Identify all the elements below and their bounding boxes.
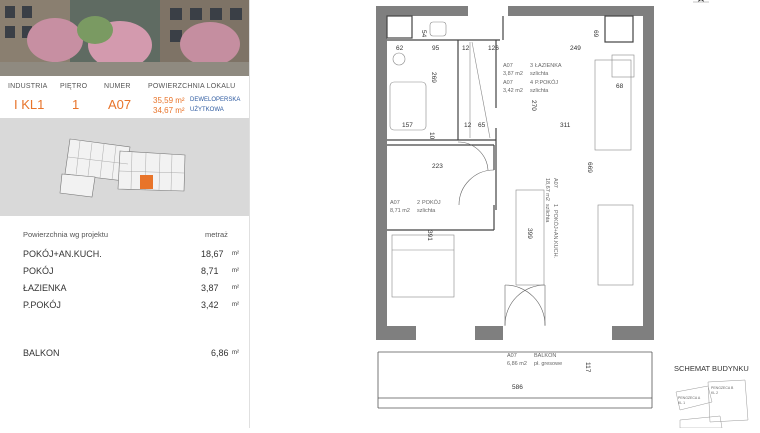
floor-plan: 54 62 95 12 126 249 69 269 68 157 10 12 … (250, 0, 760, 429)
table-row-balkon: BALKON 6,86 m² (0, 348, 249, 362)
row-unit: m² (232, 268, 239, 274)
value-numer: A07 (108, 97, 132, 112)
table-row: POKÓJ 8,71 m² (0, 266, 249, 280)
floor-key-plan (0, 119, 249, 216)
dim-10: 10 (428, 132, 435, 140)
hall-num: 4 (530, 80, 533, 86)
row-value: 3,87 (201, 283, 219, 293)
row-name: POKÓJ+AN.KUCH. (23, 249, 102, 259)
row-unit: m² (232, 251, 239, 257)
row-name: ŁAZIENKA (23, 283, 67, 293)
balkon-floor: pł. gresowe (534, 361, 562, 367)
label-powierzchnia: POWIERZCHNIA LOKALU (148, 83, 236, 90)
dim-391: 391 (426, 230, 433, 241)
schema-title: SCHEMAT BUDYNKU (674, 364, 749, 373)
dim-399: 399 (526, 228, 533, 239)
schema-label-b2: KL 2 (711, 391, 718, 395)
dim-269: 269 (430, 72, 437, 83)
room2-code: A07 (390, 200, 400, 206)
dim-586: 586 (512, 384, 523, 391)
unit-header: INDUSTRIA PIĘTRO NUMER POWIERZCHNIA LOKA… (0, 80, 249, 119)
row-value: 8,71 (201, 266, 219, 276)
hall-name: P.POKÓJ (535, 79, 558, 86)
value-industria: I KL1 (14, 97, 45, 112)
dim-223: 223 (432, 163, 443, 170)
area-uzytkowa: 34,67 m² (153, 106, 185, 115)
dim-69: 69 (592, 30, 599, 38)
row-value: 6,86 (211, 348, 229, 358)
room2-name: POKÓJ (422, 199, 441, 206)
table-head-left: Powierzchnia wg projektu (23, 230, 109, 239)
info-panel: INDUSTRIA PIĘTRO NUMER POWIERZCHNIA LOKA… (0, 0, 250, 428)
compass-icon (693, 0, 709, 3)
row-value: 18,67 (201, 249, 224, 259)
balkon-code: A07 (507, 353, 517, 359)
tag-uzytkowa: UŻYTKOWA (190, 107, 224, 113)
hall-code: A07 (503, 80, 513, 86)
dim-95: 95 (432, 45, 440, 52)
dim-68: 68 (616, 83, 624, 90)
room1-area: 18,67 m2 (544, 178, 550, 201)
dim-311: 311 (560, 122, 571, 129)
row-name: P.POKÓJ (23, 300, 61, 310)
dim-12b: 12 (464, 122, 472, 129)
building-schema: SCHEMAT BUDYNKU PENGZECA A KL 1 PENGZECA… (674, 364, 749, 429)
label-pietro: PIĘTRO (60, 83, 88, 90)
dim-54: 54 (420, 30, 427, 38)
row-name: POKÓJ (23, 266, 54, 276)
table-row: P.POKÓJ 3,42 m² (0, 300, 249, 314)
bath-area: 3,87 m2 (503, 71, 523, 77)
dim-270: 270 (530, 100, 537, 111)
room1-floor: szlichta (544, 204, 550, 223)
row-unit: m² (232, 285, 239, 291)
dim-157: 157 (402, 122, 413, 129)
label-industria: INDUSTRIA (8, 83, 48, 90)
dim-65: 65 (478, 122, 486, 129)
dim-62: 62 (396, 45, 404, 52)
room2-floor: szlichta (417, 208, 436, 214)
dim-12: 12 (462, 45, 470, 52)
tag-deweloperska: DEWELOPERSKA (190, 97, 241, 103)
room1-code: A07 (552, 178, 558, 188)
row-unit: m² (232, 350, 239, 356)
bath-code: A07 (503, 63, 513, 69)
dim-117: 117 (584, 362, 591, 373)
room2-area: 8,71 m2 (390, 208, 410, 214)
hall-floor: szlichta (530, 88, 549, 94)
bath-name: ŁAZIENKA (535, 63, 562, 69)
table-header: Powierzchnia wg projektu metraż (0, 230, 249, 244)
value-pietro: 1 (72, 97, 80, 112)
bath-floor: szlichta (530, 71, 549, 77)
room2-num: 2 (417, 200, 420, 206)
room1-num: 1 (552, 204, 558, 207)
table-head-right: metraż (205, 230, 228, 239)
schema-label-a: PENGZECA A (678, 396, 701, 400)
row-value: 3,42 (201, 300, 219, 310)
unit-highlight (140, 175, 153, 189)
row-name: BALKON (23, 348, 60, 358)
area-deweloperska: 35,59 m² (153, 96, 185, 105)
schema-label-b: PENGZECA B (711, 386, 734, 390)
bath-num: 3 (530, 63, 533, 69)
balkon-area: 6,86 m2 (507, 361, 527, 367)
hall-area: 3,42 m2 (503, 88, 523, 94)
room1-name: POKÓJ+AN.KUCH. (552, 210, 559, 259)
dim-249: 249 (570, 45, 581, 52)
label-numer: NUMER (104, 83, 131, 90)
dim-126: 126 (488, 45, 499, 52)
row-unit: m² (232, 302, 239, 308)
building-photo (0, 0, 249, 76)
table-row: ŁAZIENKA 3,87 m² (0, 283, 249, 297)
table-row: POKÓJ+AN.KUCH. 18,67 m² (0, 249, 249, 263)
schema-label-a2: KL 1 (678, 401, 685, 405)
dim-669: 669 (586, 162, 593, 173)
balkon-name: BALKON (534, 353, 556, 359)
